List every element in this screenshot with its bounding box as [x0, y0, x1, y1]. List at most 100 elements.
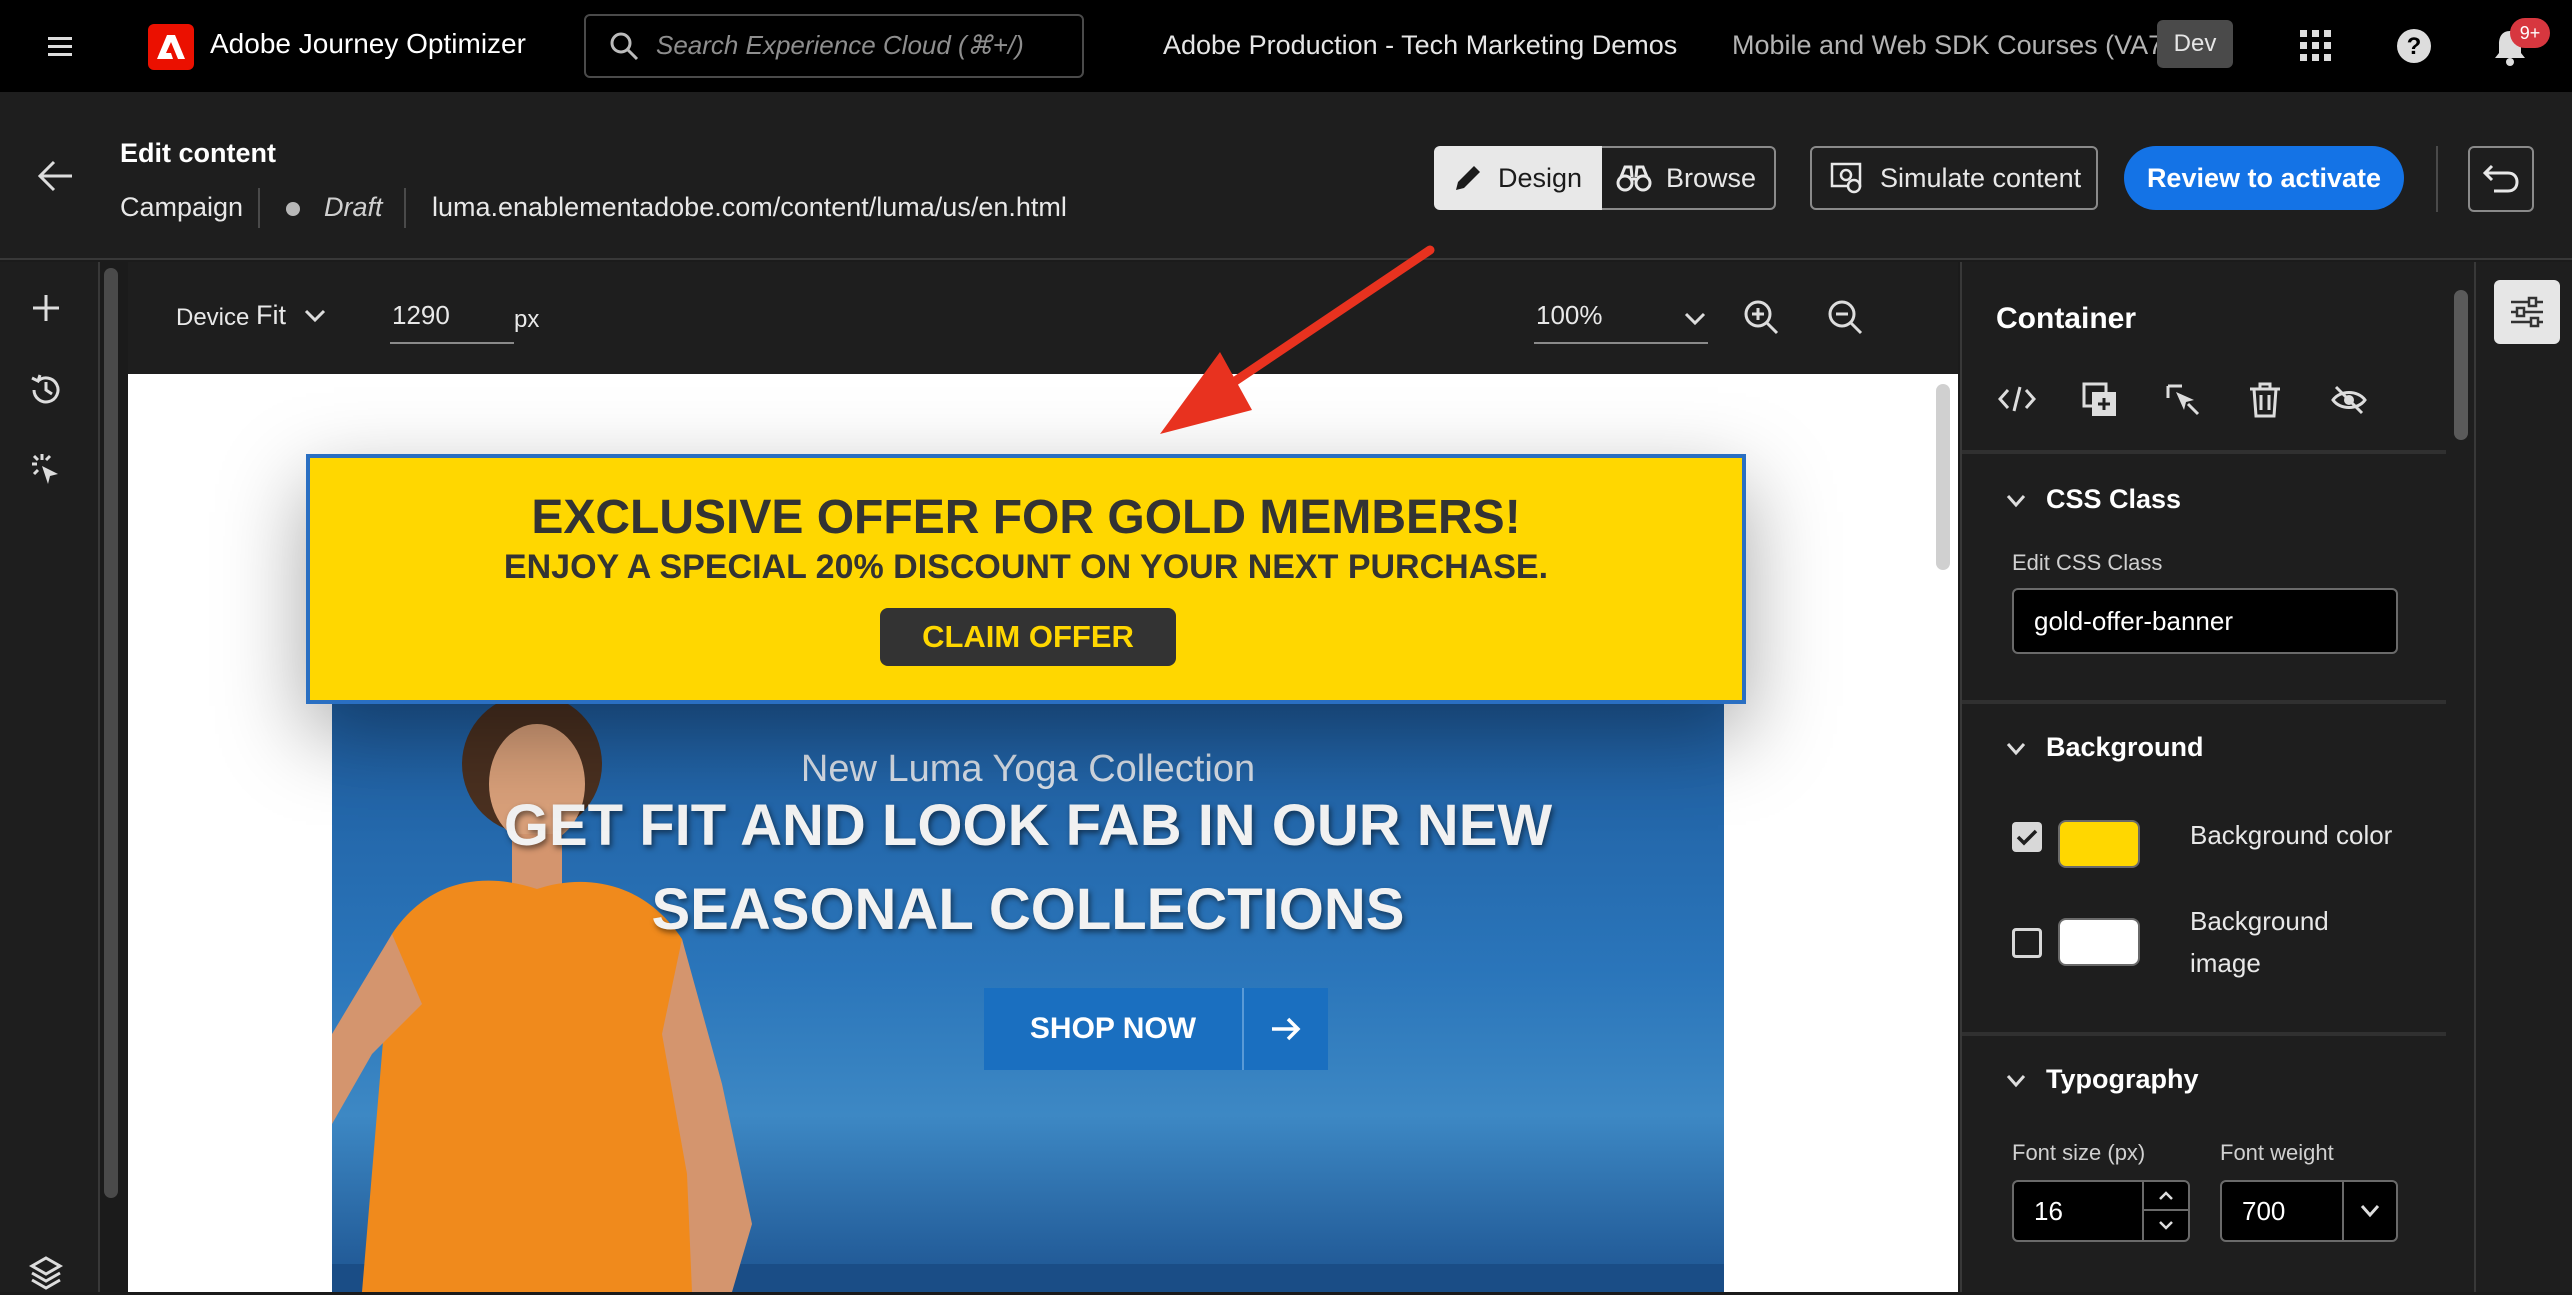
css-class-input[interactable]: gold-offer-banner	[2012, 588, 2398, 654]
font-size-stepper[interactable]: 16	[2012, 1180, 2190, 1242]
background-image-checkbox[interactable]	[2012, 928, 2042, 958]
properties-panel: Container CSS Class Edit CSS Class gold-…	[1960, 262, 2474, 1292]
editor-header: Edit content Campaign Draft luma.enablem…	[0, 92, 2572, 260]
history-icon[interactable]	[28, 372, 64, 413]
simulate-label: Simulate content	[1880, 162, 2082, 193]
css-class-label: Edit CSS Class	[2012, 550, 2163, 575]
chevron-down-icon	[304, 309, 326, 323]
simulate-icon	[1830, 162, 1864, 194]
zoom-out-icon[interactable]	[1826, 298, 1864, 341]
layers-icon[interactable]	[28, 1254, 64, 1295]
vertical-scrollbar[interactable]	[104, 268, 118, 1198]
divider	[258, 188, 260, 228]
design-label: Design	[1498, 162, 1583, 193]
width-input[interactable]: 1290	[390, 292, 514, 344]
typography-section-header[interactable]: Typography	[2046, 1064, 2199, 1095]
preview-canvas[interactable]: New Luma Yoga Collection GET FIT AND LOO…	[128, 374, 1958, 1292]
select-parent-icon[interactable]	[2166, 382, 2202, 423]
browse-label: Browse	[1666, 162, 1757, 193]
canvas-toolbar: Device Fit 1290 px 100%	[128, 262, 1958, 374]
delete-icon[interactable]	[2248, 382, 2282, 423]
search-icon	[608, 30, 640, 67]
zoom-select[interactable]: 100%	[1534, 292, 1708, 344]
font-size-label: Font size (px)	[2012, 1140, 2146, 1165]
divider	[404, 188, 406, 228]
background-color-checkbox[interactable]	[2012, 822, 2042, 852]
simulate-content-button[interactable]: Simulate content	[1810, 146, 2098, 210]
hero-title-line1: GET FIT AND LOOK FAB IN OUR NEW	[503, 793, 1553, 858]
chevron-up-icon[interactable]	[2144, 1182, 2188, 1211]
left-tool-rail	[0, 262, 100, 1292]
offer-subtitle: ENJOY A SPECIAL 20% DISCOUNT ON YOUR NEX…	[503, 548, 1549, 586]
hamburger-menu-icon[interactable]	[44, 30, 76, 62]
gold-offer-banner[interactable]: EXCLUSIVE OFFER FOR GOLD MEMBERS! ENJOY …	[306, 454, 1746, 704]
notification-count-badge: 9+	[2510, 18, 2550, 48]
divider	[2436, 146, 2438, 212]
arrow-right-icon	[1242, 988, 1328, 1070]
shop-now-label: SHOP NOW	[1029, 1012, 1197, 1045]
help-icon[interactable]: ?	[2396, 28, 2432, 69]
chevron-down-icon	[1684, 312, 1706, 326]
apps-grid-icon[interactable]	[2296, 26, 2336, 71]
panel-title: Container	[1996, 302, 2137, 335]
back-arrow-icon[interactable]	[36, 158, 76, 199]
undo-icon	[2482, 162, 2520, 196]
css-class-section-header[interactable]: CSS Class	[2046, 484, 2181, 515]
page-url: luma.enablementadobe.com/content/luma/us…	[432, 192, 1067, 222]
content-type-label: Campaign	[120, 192, 244, 222]
zoom-in-icon[interactable]	[1742, 298, 1780, 341]
binoculars-icon	[1616, 163, 1652, 193]
right-rail	[2474, 262, 2572, 1292]
sliders-icon	[2509, 296, 2545, 328]
chevron-down-icon[interactable]	[2006, 1074, 2026, 1093]
svg-text:?: ?	[2407, 33, 2422, 60]
shop-now-button[interactable]: SHOP NOW	[984, 988, 1328, 1070]
annotation-arrow-icon	[1160, 245, 1435, 434]
chevron-down-icon[interactable]	[2342, 1182, 2396, 1240]
background-image-swatch[interactable]	[2058, 918, 2140, 966]
background-color-label: Background color	[2190, 820, 2393, 850]
font-weight-value: 700	[2242, 1195, 2286, 1226]
width-unit: px	[514, 306, 540, 333]
width-value: 1290	[392, 300, 450, 330]
background-section-header[interactable]: Background	[2046, 732, 2204, 763]
font-weight-select[interactable]: 700	[2220, 1180, 2398, 1242]
review-to-activate-button[interactable]: Review to activate	[2124, 146, 2404, 210]
background-image-label-line2: image	[2190, 948, 2261, 978]
divider	[1962, 700, 2446, 704]
page-title: Edit content	[120, 138, 276, 168]
font-size-value: 16	[2034, 1195, 2063, 1226]
undo-button[interactable]	[2468, 146, 2534, 212]
background-color-swatch[interactable]	[2058, 820, 2140, 868]
status-dot-icon	[286, 202, 300, 216]
search-placeholder: Search Experience Cloud (⌘+/)	[656, 30, 1024, 60]
claim-offer-button[interactable]: CLAIM OFFER	[880, 608, 1176, 666]
org-switcher[interactable]: Adobe Production - Tech Marketing Demos	[1163, 30, 1677, 61]
canvas-scrollbar[interactable]	[1936, 384, 1950, 570]
hero-title-line2: SEASONAL COLLECTIONS	[651, 877, 1405, 942]
app-name[interactable]: Adobe Journey Optimizer	[210, 28, 526, 60]
device-picker[interactable]: Fit	[256, 300, 326, 331]
add-component-icon[interactable]	[30, 292, 62, 329]
font-weight-label: Font weight	[2220, 1140, 2334, 1165]
adobe-logo-icon[interactable]	[148, 24, 194, 70]
properties-button[interactable]	[2494, 280, 2560, 344]
chevron-down-icon[interactable]	[2144, 1211, 2188, 1238]
divider	[1962, 450, 2446, 454]
offer-title: EXCLUSIVE OFFER FOR GOLD MEMBERS!	[531, 491, 1521, 544]
hide-icon[interactable]	[2330, 384, 2368, 421]
stepper-buttons	[2142, 1182, 2188, 1240]
sandbox-switcher[interactable]: Mobile and Web SDK Courses (VA7)	[1732, 30, 2172, 61]
top-nav: Adobe Journey Optimizer Search Experienc…	[0, 0, 2572, 92]
env-badge[interactable]: Dev	[2157, 20, 2233, 68]
personalization-icon[interactable]	[28, 452, 64, 493]
chevron-down-icon[interactable]	[2006, 494, 2026, 513]
code-icon[interactable]	[1997, 384, 2037, 419]
design-mode-button[interactable]: Design	[1434, 146, 1602, 210]
background-image-label-line1: Background	[2190, 906, 2329, 936]
status-label: Draft	[324, 192, 383, 222]
duplicate-icon[interactable]	[2082, 382, 2118, 423]
browse-mode-button[interactable]: Browse	[1602, 146, 1776, 210]
chevron-down-icon[interactable]	[2006, 742, 2026, 761]
panel-scrollbar[interactable]	[2454, 290, 2468, 440]
